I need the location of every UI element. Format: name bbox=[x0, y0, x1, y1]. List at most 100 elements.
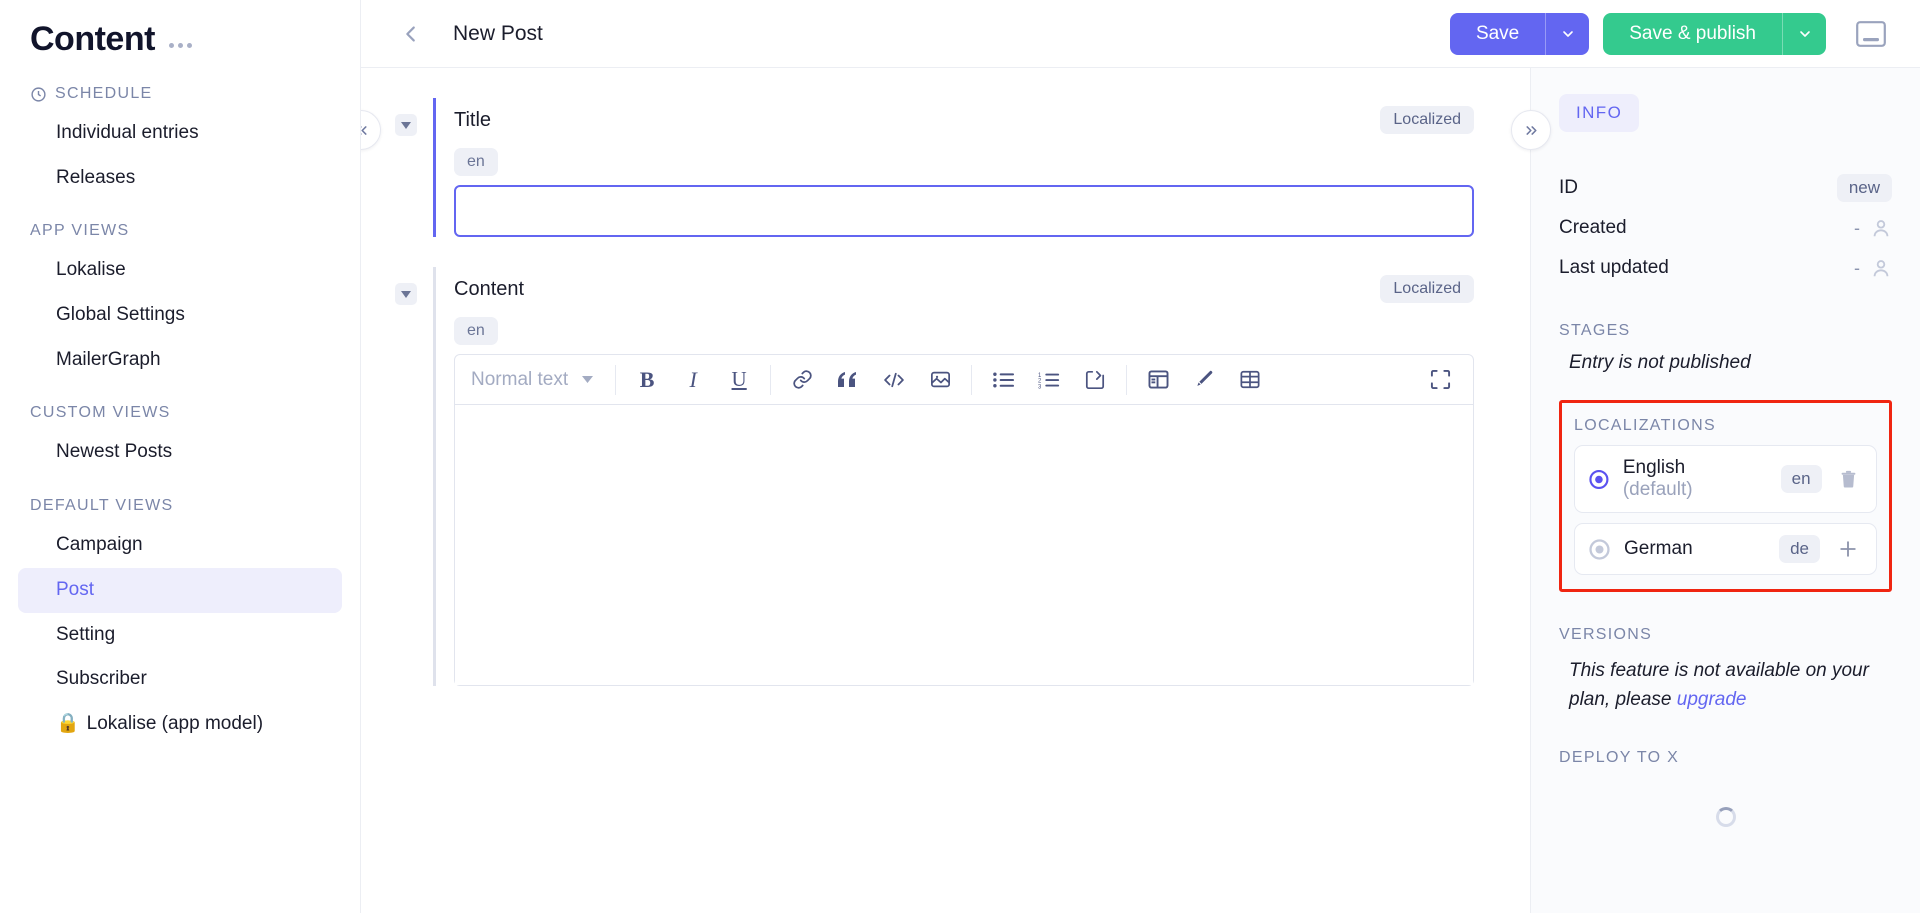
user-icon bbox=[1873, 220, 1889, 237]
bullet-list-button[interactable] bbox=[980, 361, 1026, 399]
sidebar-item-global-settings[interactable]: Global Settings bbox=[18, 293, 342, 338]
chevrons-right-icon bbox=[1525, 125, 1537, 135]
stages-status-text: Entry is not published bbox=[1569, 352, 1751, 373]
field-collapse-toggle[interactable] bbox=[395, 283, 417, 305]
quote-icon bbox=[838, 371, 857, 387]
meta-label: ID bbox=[1559, 177, 1578, 198]
bold-button[interactable]: B bbox=[624, 361, 670, 399]
sidebar-section-default-views: DEFAULT VIEWS bbox=[30, 497, 174, 515]
sidebar-item-post[interactable]: Post bbox=[18, 567, 342, 613]
image-button[interactable] bbox=[917, 361, 963, 399]
code-button[interactable] bbox=[871, 361, 917, 399]
sidebar-item-mailergraph[interactable]: MailerGraph bbox=[18, 338, 342, 383]
caret-down-icon bbox=[401, 121, 411, 129]
layout-button[interactable] bbox=[1135, 361, 1181, 399]
toolbar-divider bbox=[1126, 364, 1128, 395]
save-button[interactable]: Save bbox=[1450, 13, 1545, 55]
user-icon bbox=[1873, 260, 1889, 277]
sidebar-title: Content bbox=[30, 20, 155, 58]
collapse-right-button[interactable] bbox=[1511, 110, 1551, 150]
bullet-list-icon bbox=[992, 372, 1014, 387]
info-panel-tabs: INFO bbox=[1559, 68, 1892, 132]
embed-icon bbox=[1086, 370, 1105, 389]
localization-language: English bbox=[1622, 457, 1686, 478]
link-button[interactable] bbox=[779, 361, 825, 399]
quote-button[interactable] bbox=[825, 361, 871, 399]
localization-row-german[interactable]: German de bbox=[1574, 523, 1877, 575]
meta-row-last-updated: Last updated - bbox=[1559, 248, 1892, 288]
block-style-value: Normal text bbox=[471, 368, 569, 390]
brush-icon bbox=[1197, 370, 1213, 386]
deploy-heading: DEPLOY TO X bbox=[1559, 748, 1680, 766]
localization-name: German bbox=[1624, 538, 1693, 560]
language-chip-en[interactable]: en bbox=[454, 148, 498, 176]
trash-icon bbox=[1841, 470, 1856, 488]
rich-text-editor: Normal text B I U 1 2 3 bbox=[454, 354, 1474, 686]
tab-info[interactable]: INFO bbox=[1559, 94, 1640, 132]
created-value: - bbox=[1854, 217, 1860, 238]
minimize-window-button[interactable] bbox=[1850, 13, 1892, 55]
field-header: Content Localized bbox=[454, 267, 1474, 303]
id-badge: new bbox=[1836, 174, 1892, 202]
add-icon[interactable] bbox=[1834, 539, 1862, 559]
last-updated-value: - bbox=[1854, 257, 1860, 278]
field-collapse-toggle[interactable] bbox=[395, 114, 417, 136]
underline-button[interactable]: U bbox=[716, 361, 762, 399]
field-header: Title Localized bbox=[454, 98, 1474, 134]
save-publish-button[interactable]: Save & publish bbox=[1603, 13, 1782, 55]
caret-down-icon bbox=[401, 290, 411, 298]
code-icon bbox=[884, 372, 904, 387]
save-publish-button-group[interactable]: Save & publish bbox=[1603, 12, 1826, 55]
sidebar-item-individual-entries[interactable]: Individual entries bbox=[18, 111, 342, 156]
sidebar-item-releases[interactable]: Releases bbox=[18, 156, 342, 201]
rich-text-area[interactable] bbox=[455, 405, 1473, 685]
link-icon bbox=[792, 370, 812, 389]
embed-button[interactable] bbox=[1072, 361, 1118, 399]
stages-heading: STAGES bbox=[1559, 322, 1631, 339]
image-icon bbox=[930, 371, 950, 388]
title-input[interactable] bbox=[454, 185, 1474, 237]
fullscreen-button[interactable] bbox=[1417, 361, 1463, 399]
save-publish-dropdown-toggle[interactable] bbox=[1782, 12, 1826, 55]
numbered-list-button[interactable]: 1 2 3 bbox=[1026, 361, 1072, 399]
fullscreen-icon bbox=[1430, 369, 1450, 390]
sidebar-item-lokalise-app-model[interactable]: 🔒 Lokalise (app model) bbox=[18, 702, 342, 747]
sidebar-item-campaign[interactable]: Campaign bbox=[18, 523, 342, 568]
upgrade-link[interactable]: upgrade bbox=[1677, 689, 1747, 710]
brush-button[interactable] bbox=[1181, 361, 1227, 399]
sidebar-item-lokalise[interactable]: Lokalise bbox=[18, 248, 342, 293]
meta-row-id: ID new bbox=[1559, 168, 1892, 208]
field-title: Title Localized en bbox=[361, 98, 1530, 237]
sidebar-section-label: SCHEDULE bbox=[55, 85, 153, 102]
localization-name: English (default) bbox=[1623, 457, 1753, 501]
field-body: Title Localized en bbox=[433, 98, 1530, 237]
field-content: Content Localized en Normal text B I U 1… bbox=[361, 267, 1530, 686]
sidebar-item-setting[interactable]: Setting bbox=[18, 613, 342, 658]
toolbar-divider bbox=[971, 364, 973, 395]
lock-icon: 🔒 bbox=[56, 712, 80, 734]
italic-button[interactable]: I bbox=[670, 361, 716, 399]
more-horizontal-icon[interactable] bbox=[168, 31, 192, 48]
toolbar-divider bbox=[615, 364, 617, 395]
svg-text:3: 3 bbox=[1038, 384, 1042, 389]
back-button[interactable] bbox=[391, 14, 431, 54]
localization-row-english[interactable]: English (default) en bbox=[1574, 445, 1877, 513]
sidebar-section-custom-views: CUSTOM VIEWS bbox=[30, 404, 171, 422]
block-style-select[interactable]: Normal text bbox=[465, 364, 607, 396]
save-button-group[interactable]: Save bbox=[1449, 12, 1590, 55]
main-area: New Post Save Save & publish Title Local… bbox=[361, 0, 1920, 913]
sidebar-item-newest-posts[interactable]: Newest Posts bbox=[18, 430, 342, 475]
language-chip-en[interactable]: en bbox=[454, 317, 498, 345]
layout-icon bbox=[1148, 370, 1169, 389]
table-button[interactable] bbox=[1227, 361, 1273, 399]
sidebar-item-subscriber[interactable]: Subscriber bbox=[18, 657, 342, 702]
delete-icon[interactable] bbox=[1836, 470, 1862, 489]
eye-selected-icon bbox=[1589, 469, 1609, 489]
save-dropdown-toggle[interactable] bbox=[1545, 12, 1589, 55]
localized-badge: Localized bbox=[1380, 106, 1474, 134]
metadata-list: ID new Created - Last updated - bbox=[1559, 168, 1892, 288]
editor-column: Title Localized en Content Localized en … bbox=[361, 68, 1530, 913]
field-body: Content Localized en Normal text B I U 1… bbox=[433, 267, 1530, 686]
info-panel: INFO ID new Created - Last updated - STA… bbox=[1511, 68, 1920, 913]
localization-code: de bbox=[1779, 535, 1820, 563]
